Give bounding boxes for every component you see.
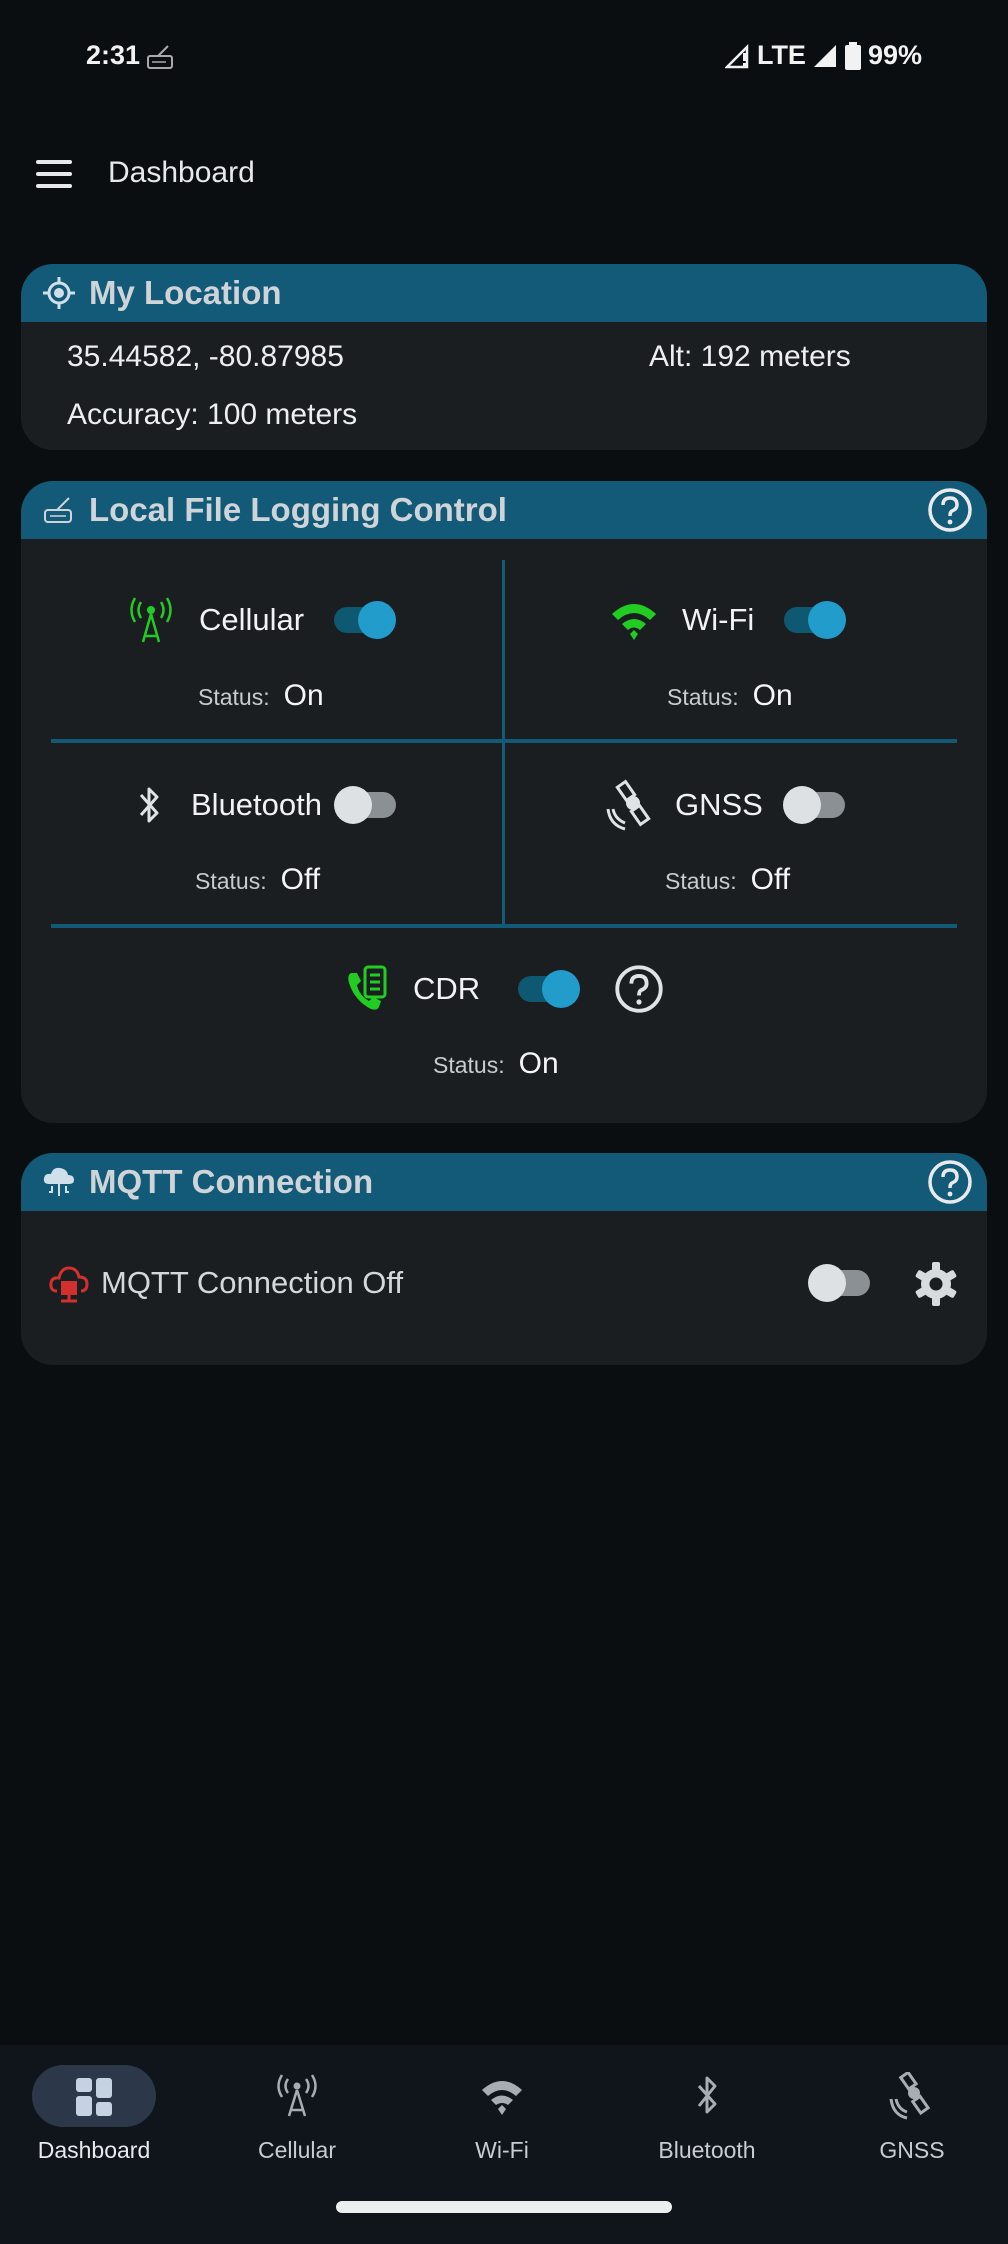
bluetooth-status: Status: Off (195, 863, 320, 897)
cellular-toggle[interactable] (330, 600, 397, 640)
cdr-status: Status: On (433, 1047, 559, 1081)
nav-bluetooth[interactable]: Bluetooth (627, 2065, 787, 2175)
nav-label: Wi-Fi (475, 2137, 529, 2163)
status-key: Status: (667, 684, 739, 710)
bottom-navigation: Dashboard Cellular Wi-Fi Bluetooth GNSS (0, 2045, 1008, 2244)
status-key: Status: (195, 868, 267, 894)
status-value: On (283, 679, 324, 712)
satellite-icon (606, 779, 651, 831)
home-gesture-bar[interactable] (336, 2201, 672, 2213)
cdr-help-icon[interactable] (614, 964, 664, 1014)
mqtt-toggle[interactable] (808, 1263, 874, 1303)
gnss-toggle[interactable] (782, 785, 849, 825)
status-value: On (518, 1047, 559, 1080)
cell-tower-icon (277, 2074, 317, 2117)
grid-divider (502, 560, 505, 926)
help-icon[interactable] (927, 1159, 973, 1205)
battery-level: 99% (867, 40, 922, 70)
bluetooth-toggle[interactable] (334, 785, 400, 825)
nav-label: GNSS (879, 2137, 945, 2163)
hamburger-menu-icon[interactable] (36, 160, 72, 190)
wifi-icon (612, 604, 656, 640)
call-log-icon (348, 965, 387, 1010)
altitude: Alt: 192 meters (649, 340, 851, 373)
nav-wifi[interactable]: Wi-Fi (422, 2065, 582, 2175)
bluetooth-logging-control: Bluetooth (123, 779, 400, 831)
gnss-label: GNSS (675, 787, 763, 822)
battery-icon (844, 41, 861, 70)
cellular-label: Cellular (199, 602, 305, 637)
dashboard-icon (76, 2078, 112, 2116)
log-file-icon (44, 497, 72, 523)
status-right-cluster: LTE 99% (724, 40, 922, 71)
cloud-network-icon (43, 1167, 74, 1196)
wifi-label: Wi-Fi (682, 602, 755, 637)
help-icon[interactable] (927, 487, 973, 533)
bluetooth-icon (697, 2076, 717, 2114)
gnss-logging-control: GNSS (605, 779, 849, 831)
cloud-disconnected-icon (49, 1266, 89, 1303)
cell-tower-icon (130, 597, 172, 643)
wifi-icon (482, 2081, 522, 2115)
signal-no-data-icon (724, 43, 749, 68)
bluetooth-label: Bluetooth (191, 787, 322, 822)
bluetooth-icon (139, 787, 159, 823)
status-key: Status: (433, 1052, 505, 1078)
wifi-logging-control: Wi-Fi (608, 594, 847, 646)
signal-strength-icon (813, 44, 836, 67)
cellular-status: Status: On (198, 679, 324, 713)
nav-label: Dashboard (37, 2137, 151, 2163)
status-value: Off (750, 863, 791, 896)
grid-divider (51, 924, 957, 928)
log-notification-icon (147, 45, 173, 69)
my-location-card: My Location 35.44582, -80.87985 Alt: 192… (21, 264, 987, 450)
nav-label: Bluetooth (658, 2137, 756, 2163)
app-bar: Dashboard (0, 140, 1008, 210)
nav-label: Cellular (258, 2137, 336, 2163)
card-header: MQTT Connection (21, 1153, 987, 1211)
card-title: MQTT Connection (89, 1163, 374, 1200)
wifi-status: Status: On (667, 679, 793, 713)
gnss-status: Status: Off (665, 863, 790, 897)
nav-dashboard[interactable]: Dashboard (14, 2065, 174, 2175)
local-file-logging-card: Local File Logging Control Cellular Stat… (21, 481, 987, 1123)
mqtt-status-label: MQTT Connection Off (101, 1265, 404, 1300)
card-header: Local File Logging Control (21, 481, 987, 539)
mqtt-connection-card: MQTT Connection MQTT Connection Off (21, 1153, 987, 1365)
gear-icon[interactable] (911, 1259, 961, 1309)
status-bar: 2:31 LTE 99% (0, 0, 1008, 115)
cdr-logging-control: CDR (343, 963, 664, 1015)
satellite-icon (889, 2072, 931, 2120)
cellular-logging-control: Cellular (125, 594, 397, 646)
status-value: Off (280, 863, 321, 896)
card-title: My Location (89, 274, 282, 311)
cdr-toggle[interactable] (514, 969, 581, 1009)
status-key: Status: (198, 684, 270, 710)
status-value: On (752, 679, 793, 712)
page-title: Dashboard (108, 156, 255, 189)
accuracy: Accuracy: 100 meters (67, 398, 358, 431)
card-header: My Location (21, 264, 987, 322)
card-title: Local File Logging Control (89, 491, 507, 528)
location-crosshair-icon (43, 277, 75, 309)
cdr-label: CDR (413, 971, 481, 1006)
coordinates: 35.44582, -80.87985 (67, 340, 344, 373)
mqtt-status-row: MQTT Connection Off (47, 1261, 403, 1305)
nav-gnss[interactable]: GNSS (832, 2065, 992, 2175)
grid-divider (51, 739, 957, 743)
status-key: Status: (665, 868, 737, 894)
status-time: 2:31 (86, 40, 141, 70)
nav-cellular[interactable]: Cellular (217, 2065, 377, 2175)
network-type: LTE (756, 40, 806, 70)
wifi-toggle[interactable] (780, 600, 847, 640)
